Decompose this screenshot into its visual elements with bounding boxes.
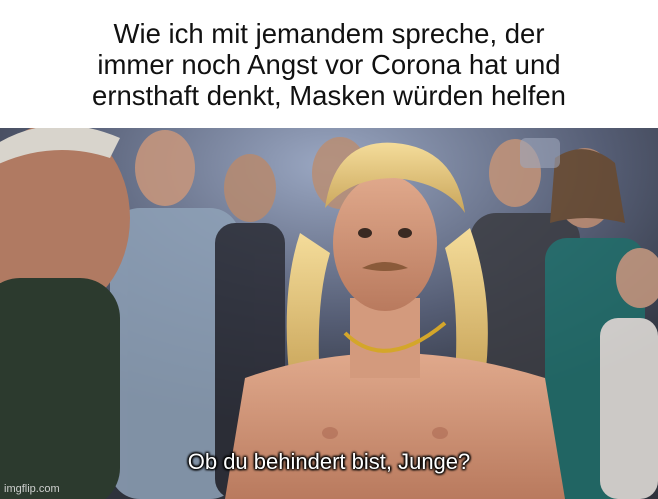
movie-still-illustration: [0, 128, 658, 499]
top-caption-line-2: immer noch Angst vor Corona hat und: [97, 48, 561, 80]
top-caption: Wie ich mit jemandem spreche, der immer …: [0, 0, 658, 128]
movie-still-photo: [0, 128, 658, 499]
imgflip-watermark: imgflip.com: [4, 483, 60, 495]
top-caption-line-1: Wie ich mit jemandem spreche, der: [113, 17, 545, 49]
foreground-left-figure: [0, 128, 130, 499]
subtitle-caption: Ob du behindert bist, Junge?: [187, 449, 471, 474]
top-caption-line-3: ernsthaft denkt, Masken würden helfen: [92, 79, 566, 111]
